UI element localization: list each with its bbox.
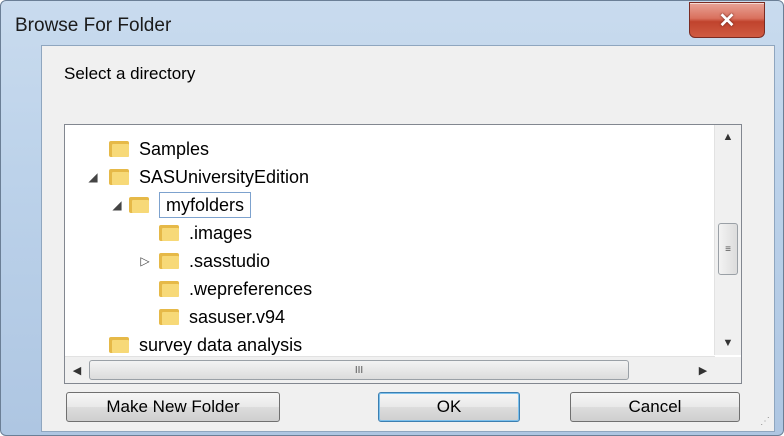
tree-item-wepreferences[interactable]: .wepreferences bbox=[159, 275, 312, 303]
tree-item-label: .wepreferences bbox=[189, 278, 313, 299]
tree-item-label: SASUniversityEdition bbox=[139, 166, 310, 187]
make-new-folder-button[interactable]: Make New Folder bbox=[66, 392, 280, 422]
window-title: Browse For Folder bbox=[15, 15, 172, 36]
folder-tree[interactable]: Samples ◢ SASUniversityEdition ◢ myfolde… bbox=[64, 124, 742, 384]
prompt-label: Select a directory bbox=[64, 64, 196, 83]
horizontal-scrollbar[interactable]: ◀ III ▶ bbox=[65, 356, 715, 383]
arrow-right-icon: ▶ bbox=[698, 364, 708, 377]
folder-icon bbox=[109, 337, 129, 353]
close-icon: ✕ bbox=[718, 9, 736, 32]
grip-icon: III bbox=[354, 364, 364, 376]
close-button[interactable]: ✕ bbox=[689, 2, 765, 38]
ok-button[interactable]: OK bbox=[378, 392, 520, 422]
tree-item-label: survey data analysis bbox=[139, 334, 303, 355]
tree-item-label: myfolders bbox=[159, 192, 252, 218]
scroll-down-button[interactable]: ▼ bbox=[715, 331, 741, 355]
dialog-body: Select a directory Samples ◢ SASUniversi… bbox=[41, 45, 775, 432]
tree-item-sasuniversityedition[interactable]: ◢ SASUniversityEdition bbox=[85, 163, 309, 191]
arrow-up-icon: ▲ bbox=[722, 131, 734, 143]
vertical-scroll-thumb[interactable]: ≡ bbox=[718, 223, 738, 275]
scrollbar-corner bbox=[715, 357, 741, 383]
tree-item-label: Samples bbox=[139, 138, 210, 159]
folder-icon bbox=[159, 225, 179, 241]
expanded-arrow-icon[interactable]: ◢ bbox=[109, 198, 125, 212]
tree-item-sasuser[interactable]: sasuser.v94 bbox=[159, 303, 285, 331]
tree-item-myfolders[interactable]: ◢ myfolders bbox=[109, 191, 252, 219]
cancel-button[interactable]: Cancel bbox=[570, 392, 740, 422]
tree-item-label: .sasstudio bbox=[189, 250, 271, 271]
tree-item-survey-data-analysis[interactable]: survey data analysis bbox=[109, 331, 302, 359]
collapsed-arrow-icon[interactable]: ▷ bbox=[137, 254, 153, 268]
folder-icon bbox=[129, 197, 149, 213]
tree-item-samples[interactable]: Samples bbox=[109, 135, 209, 163]
tree-item-label: sasuser.v94 bbox=[189, 306, 286, 327]
tree-item-label: .images bbox=[189, 222, 253, 243]
folder-icon bbox=[159, 253, 179, 269]
tree-item-images[interactable]: .images bbox=[159, 219, 252, 247]
vertical-scrollbar[interactable]: ▲ ≡ ▼ bbox=[714, 125, 741, 355]
resize-grip-icon[interactable]: ⋰ bbox=[760, 416, 770, 427]
folder-icon bbox=[109, 169, 129, 185]
scroll-up-button[interactable]: ▲ bbox=[715, 125, 741, 149]
scroll-left-button[interactable]: ◀ bbox=[65, 357, 89, 383]
arrow-down-icon: ▼ bbox=[722, 337, 734, 349]
tree-item-sasstudio[interactable]: ▷ .sasstudio bbox=[137, 247, 270, 275]
folder-icon bbox=[159, 281, 179, 297]
expanded-arrow-icon[interactable]: ◢ bbox=[85, 170, 101, 184]
folder-icon bbox=[109, 141, 129, 157]
folder-icon bbox=[159, 309, 179, 325]
scroll-right-button[interactable]: ▶ bbox=[691, 357, 715, 383]
horizontal-scroll-thumb[interactable]: III bbox=[89, 360, 629, 380]
grip-icon: ≡ bbox=[725, 243, 731, 255]
arrow-left-icon: ◀ bbox=[72, 364, 82, 377]
dialog-window: Browse For Folder ✕ Select a directory S… bbox=[0, 0, 784, 436]
